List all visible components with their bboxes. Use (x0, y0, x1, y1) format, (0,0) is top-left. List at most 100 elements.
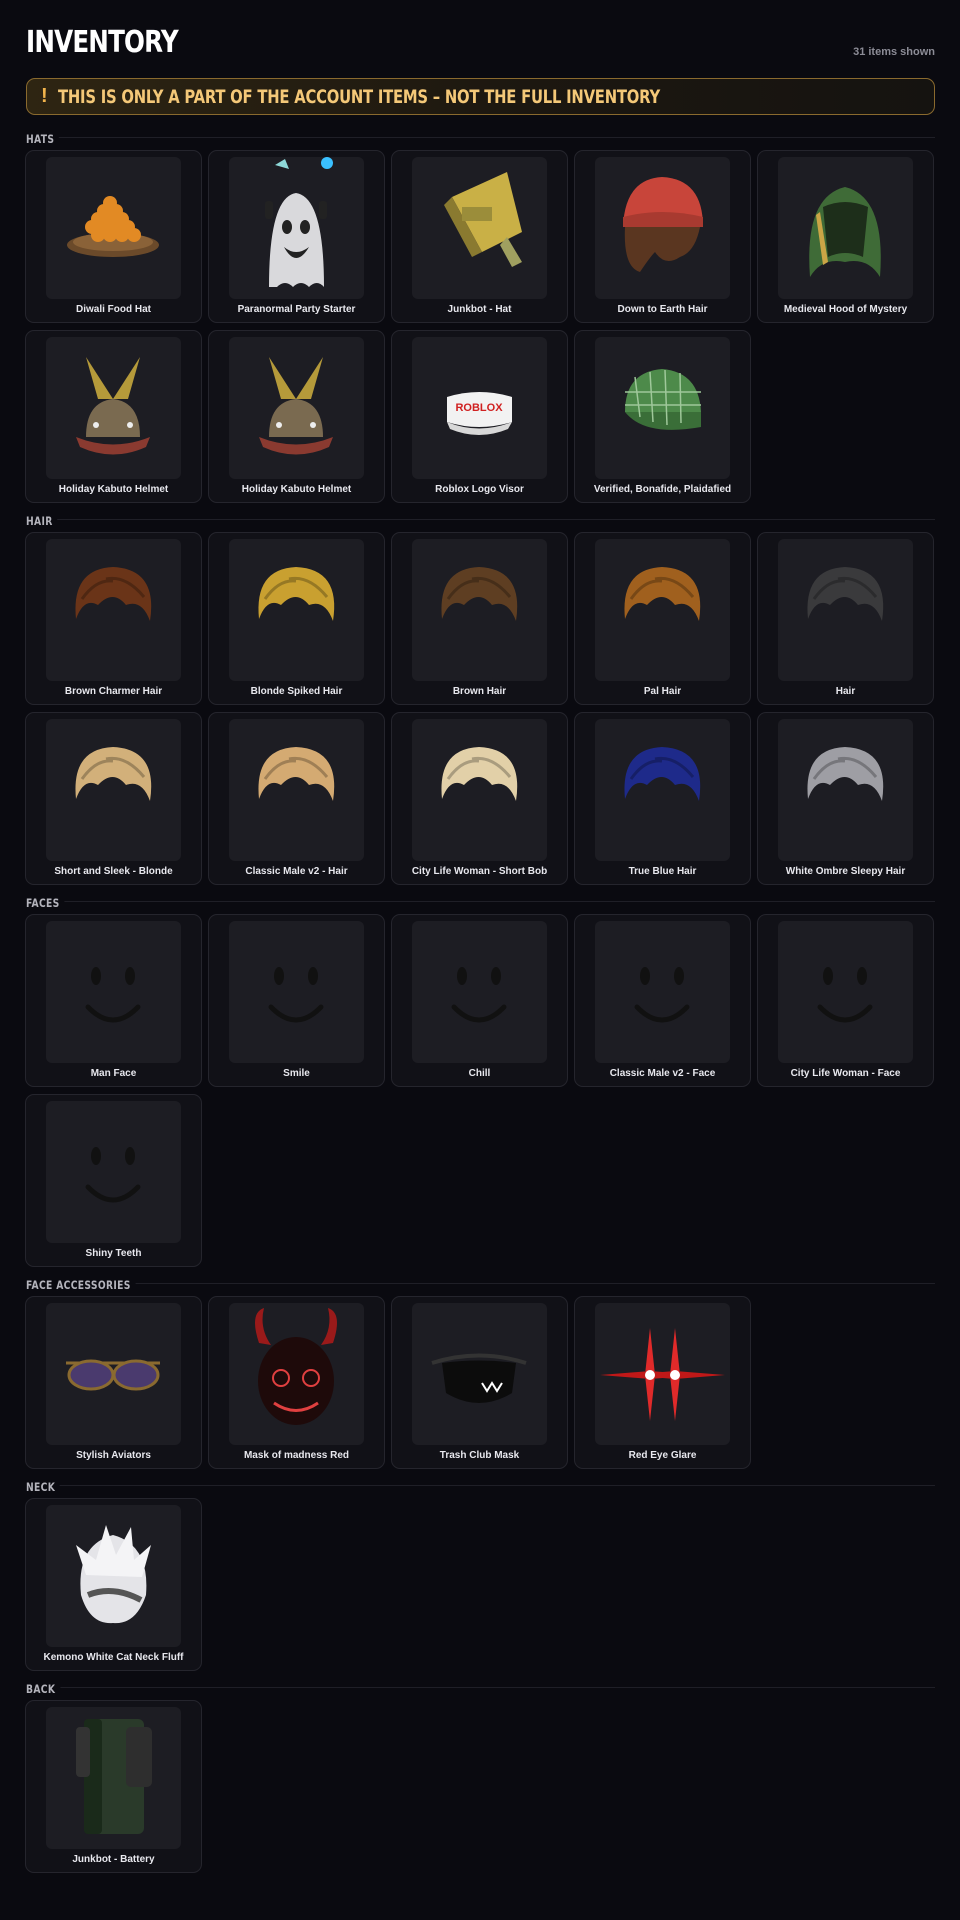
item-card[interactable]: Paranormal Party Starter (208, 150, 385, 323)
item-name: Classic Male v2 - Hair (245, 866, 348, 877)
item-name: Classic Male v2 - Face (609, 1068, 716, 1079)
item-name: Roblox Logo Visor (435, 484, 524, 495)
item-card[interactable]: Chill (391, 914, 568, 1087)
item-name: True Blue Hair (628, 866, 697, 877)
section-divider (26, 1687, 935, 1688)
item-card[interactable]: Trash Club Mask (391, 1296, 568, 1469)
item-name: Smile (283, 1068, 310, 1079)
face-icon (595, 921, 730, 1063)
hair-icon (46, 719, 181, 861)
item-card[interactable]: City Life Woman - Short Bob (391, 712, 568, 885)
hair-icon (595, 719, 730, 861)
face-icon (412, 921, 547, 1063)
section-divider (26, 137, 935, 138)
section-divider (26, 1485, 935, 1486)
warning-banner: ! THIS IS ONLY A PART OF THE ACCOUNT ITE… (26, 78, 935, 115)
grid-hair: Brown Charmer Hair Blonde Spiked Hair Brow… (25, 532, 936, 885)
item-name: Paranormal Party Starter (237, 304, 356, 315)
item-name: Kemono White Cat Neck Fluff (43, 1652, 184, 1663)
item-card[interactable]: Short and Sleek - Blonde (25, 712, 202, 885)
item-card[interactable]: Down to Earth Hair (574, 150, 751, 323)
item-card[interactable]: Brown Charmer Hair (25, 532, 202, 705)
beanie-hair-icon (595, 157, 730, 299)
green-hood-icon (778, 157, 913, 299)
face-icon (229, 921, 364, 1063)
item-name: Brown Charmer Hair (64, 686, 163, 697)
hair-icon (778, 719, 913, 861)
grid-neck: Kemono White Cat Neck Fluff (25, 1498, 936, 1671)
item-card[interactable]: Classic Male v2 - Hair (208, 712, 385, 885)
item-card[interactable]: Stylish Aviators (25, 1296, 202, 1469)
item-name: Holiday Kabuto Helmet (241, 484, 352, 495)
item-card[interactable]: Smile (208, 914, 385, 1087)
item-name: Man Face (90, 1068, 137, 1079)
kabuto-helmet-icon (46, 337, 181, 479)
battery-icon (46, 1707, 181, 1849)
item-card[interactable]: Holiday Kabuto Helmet (25, 330, 202, 503)
section-hats: HATS (26, 130, 935, 146)
warning-text: THIS IS ONLY A PART OF THE ACCOUNT ITEMS… (57, 85, 660, 108)
item-card[interactable]: Classic Male v2 - Face (574, 914, 751, 1087)
item-card[interactable]: ROBLOX Roblox Logo Visor (391, 330, 568, 503)
item-card[interactable]: White Ombre Sleepy Hair (757, 712, 934, 885)
item-name: Trash Club Mask (439, 1450, 520, 1461)
item-card[interactable]: Diwali Food Hat (25, 150, 202, 323)
item-name: Stylish Aviators (76, 1450, 151, 1461)
plaid-cap-icon (595, 337, 730, 479)
grid-back: Junkbot - Battery (25, 1700, 936, 1873)
face-icon (46, 1101, 181, 1243)
ghost-hat-icon (229, 157, 364, 299)
item-card[interactable]: Mask of madness Red (208, 1296, 385, 1469)
item-card[interactable]: True Blue Hair (574, 712, 751, 885)
kabuto-helmet-icon (229, 337, 364, 479)
item-name: Shiny Teeth (85, 1248, 142, 1259)
item-card[interactable]: Brown Hair (391, 532, 568, 705)
item-card[interactable]: Kemono White Cat Neck Fluff (25, 1498, 202, 1671)
item-name: Diwali Food Hat (76, 304, 151, 315)
diwali-food-hat-icon (46, 157, 181, 299)
item-name: Mask of madness Red (243, 1450, 350, 1461)
item-name: Holiday Kabuto Helmet (58, 484, 169, 495)
hair-icon (229, 719, 364, 861)
item-name: Short and Sleek - Blonde (54, 866, 173, 877)
svg-text:ROBLOX: ROBLOX (455, 402, 503, 414)
item-name: Medieval Hood of Mystery (783, 304, 908, 315)
item-name: Hair (835, 686, 856, 697)
item-card[interactable]: Junkbot - Hat (391, 150, 568, 323)
hair-icon (412, 719, 547, 861)
item-card[interactable]: Hair (757, 532, 934, 705)
section-label: NECK (26, 1480, 60, 1494)
item-card[interactable]: Holiday Kabuto Helmet (208, 330, 385, 503)
face-icon (778, 921, 913, 1063)
item-card[interactable]: City Life Woman - Face (757, 914, 934, 1087)
item-card[interactable]: Red Eye Glare (574, 1296, 751, 1469)
item-card[interactable]: Pal Hair (574, 532, 751, 705)
neck-fluff-icon (46, 1505, 181, 1647)
item-card[interactable]: Blonde Spiked Hair (208, 532, 385, 705)
sunglasses-icon (46, 1303, 181, 1445)
item-name: Pal Hair (643, 686, 682, 697)
item-card[interactable]: Shiny Teeth (25, 1094, 202, 1267)
hair-icon (595, 539, 730, 681)
grid-faces: Man Face Smile Chill Classic Male v2 - Face… (25, 914, 936, 1267)
mask-icon (412, 1303, 547, 1445)
item-card[interactable]: Junkbot - Battery (25, 1700, 202, 1873)
hair-icon (412, 539, 547, 681)
section-label: FACES (26, 896, 65, 910)
item-name: Verified, Bonafide, Plaidafied (593, 484, 732, 495)
grid-hats: Diwali Food Hat Paranormal Party Starter J… (25, 150, 936, 503)
hair-icon (778, 539, 913, 681)
item-card[interactable]: Man Face (25, 914, 202, 1087)
section-label: FACE ACCESSORIES (26, 1278, 136, 1292)
item-card[interactable]: Verified, Bonafide, Plaidafied (574, 330, 751, 503)
item-name: Junkbot - Battery (72, 1854, 155, 1865)
grid-face-accessories: Stylish Aviators Mask of madness Red Trash… (25, 1296, 936, 1469)
section-neck: NECK (26, 1478, 935, 1494)
item-name: Chill (468, 1068, 491, 1079)
visor-icon: ROBLOX (412, 337, 547, 479)
item-card[interactable]: Medieval Hood of Mystery (757, 150, 934, 323)
item-name: Red Eye Glare (628, 1450, 697, 1461)
hair-icon (229, 539, 364, 681)
section-divider (26, 519, 935, 520)
section-back: BACK (26, 1680, 935, 1696)
